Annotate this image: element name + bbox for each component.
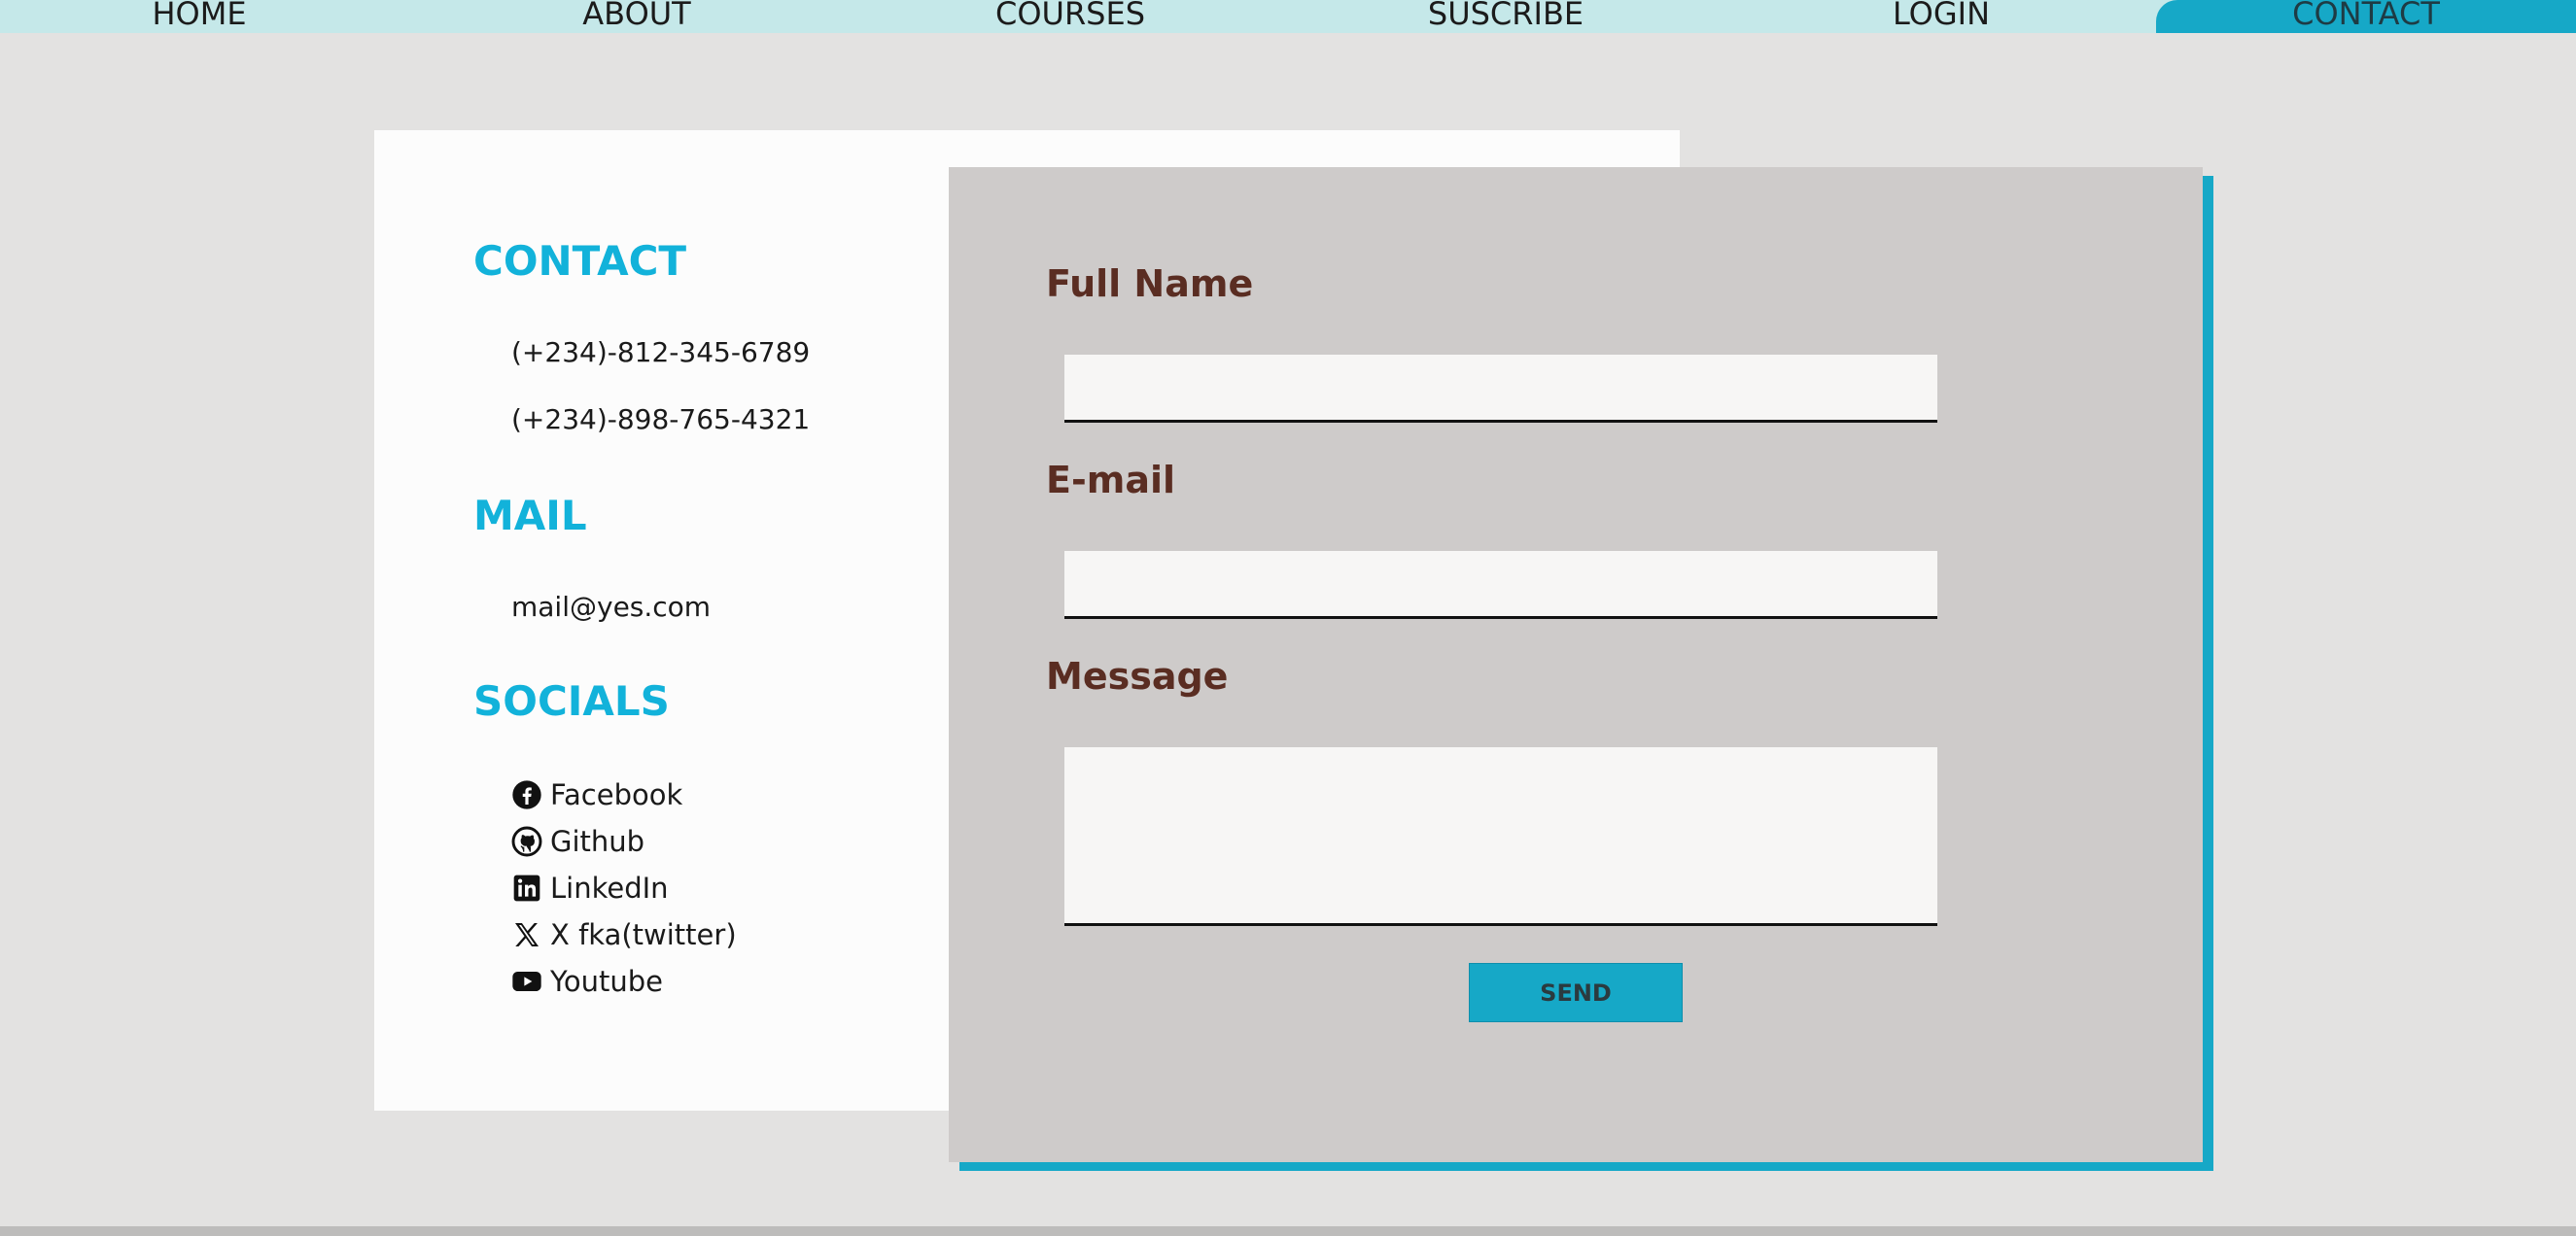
social-label: Youtube [550, 965, 663, 998]
nav-login[interactable]: LOGIN [1891, 0, 1992, 33]
full-name-label: Full Name [1046, 262, 1254, 305]
linkedin-icon [513, 875, 540, 902]
mail-heading: MAIL [473, 492, 587, 539]
socials-heading: SOCIALS [473, 677, 670, 725]
social-label: LinkedIn [550, 872, 669, 905]
email-address[interactable]: mail@yes.com [511, 591, 711, 623]
nav-subscribe[interactable]: SUSCRIBE [1424, 0, 1587, 33]
nav-home[interactable]: HOME [151, 0, 248, 33]
social-link-linkedin[interactable]: LinkedIn [511, 869, 669, 908]
social-label: Github [550, 825, 645, 858]
nav-contact[interactable]: CONTACT [2156, 0, 2576, 33]
social-label: X fka(twitter) [550, 918, 737, 951]
phone-number: (+234)-898-765-4321 [511, 403, 811, 435]
social-link-github[interactable]: Github [511, 822, 644, 861]
youtube-icon [512, 972, 541, 991]
email-input[interactable] [1064, 551, 1937, 619]
social-link-facebook[interactable]: Facebook [511, 775, 682, 814]
top-nav: HOME ABOUT COURSES SUSCRIBE LOGIN CONTAC… [0, 0, 2576, 33]
x-icon [515, 923, 539, 946]
message-label: Message [1046, 655, 1229, 698]
send-button[interactable]: SEND [1469, 963, 1683, 1022]
github-icon [511, 826, 542, 857]
social-link-youtube[interactable]: Youtube [511, 962, 663, 1001]
phone-number: (+234)-812-345-6789 [511, 336, 811, 368]
email-label: E-mail [1046, 459, 1176, 501]
social-label: Facebook [550, 778, 683, 811]
full-name-input[interactable] [1064, 355, 1937, 423]
message-textarea[interactable] [1064, 747, 1937, 926]
nav-about[interactable]: ABOUT [578, 0, 695, 33]
contact-form-panel: Full Name E-mail Message SEND [949, 167, 2203, 1162]
nav-courses[interactable]: COURSES [992, 0, 1149, 33]
contact-heading: CONTACT [473, 237, 687, 285]
page-bottom-border [0, 1226, 2576, 1236]
social-link-x[interactable]: X fka(twitter) [511, 915, 737, 954]
facebook-icon [512, 780, 541, 809]
